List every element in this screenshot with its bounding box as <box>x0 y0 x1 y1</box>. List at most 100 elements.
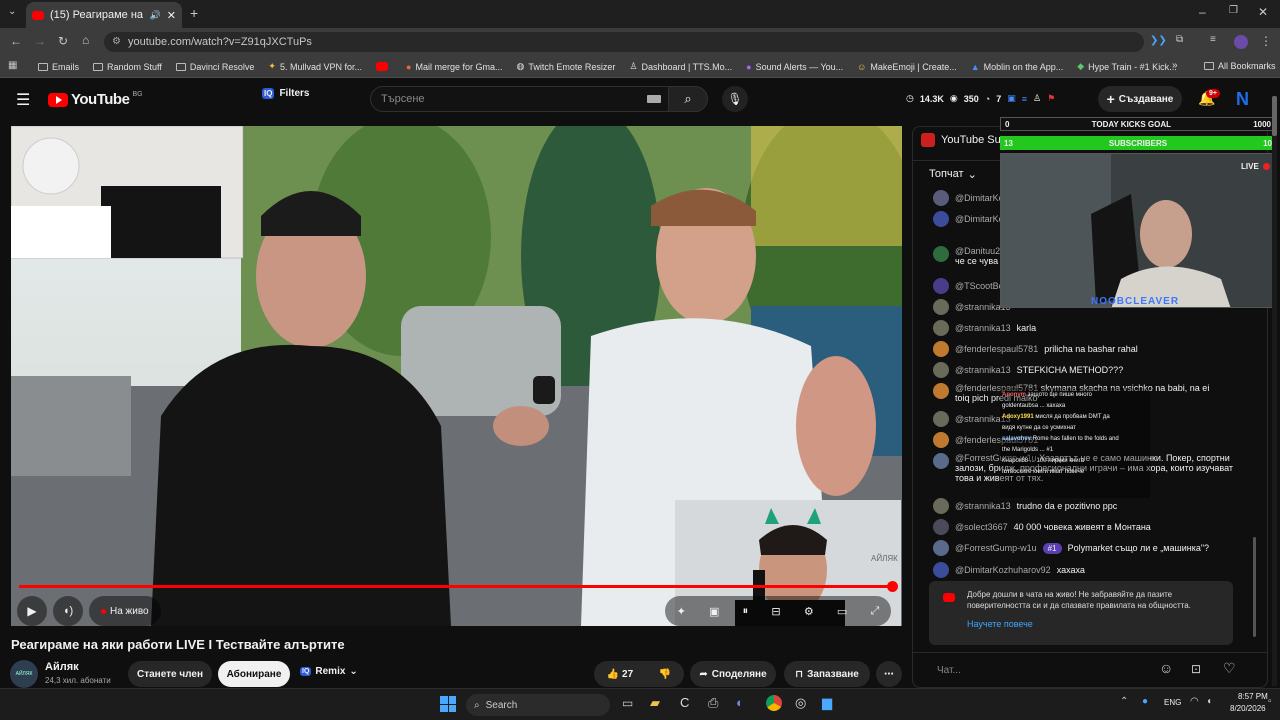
page-scrollbar[interactable] <box>1272 96 1277 686</box>
task-view-icon[interactable]: ▭ <box>622 696 633 710</box>
new-tab-icon[interactable]: + <box>190 5 198 21</box>
chrome-taskbar-icon[interactable] <box>766 695 782 711</box>
page-scrollbar-thumb[interactable] <box>1272 96 1277 136</box>
voice-search-button[interactable]: 🎙 <box>722 86 748 112</box>
speaker-icon[interactable]: 🔊 <box>150 10 161 21</box>
video-player[interactable]: AЙЛЯК ▶ ◖) На живо ✦ ▣ ⏸ ⊟ ⚙ ▭ ⤢ <box>11 126 902 626</box>
chat-author[interactable]: @strannika13 <box>955 501 1011 511</box>
window-close-icon[interactable]: ✕ <box>1258 5 1268 19</box>
channel-avatar[interactable]: АЙЛЯК <box>10 660 38 688</box>
like-button[interactable]: 👍 27 <box>607 669 633 680</box>
settings-gear-icon[interactable]: ⚙ <box>804 605 814 618</box>
keyboard-icon[interactable] <box>647 95 661 103</box>
hamburger-menu-icon[interactable]: ☰ <box>16 90 30 110</box>
create-button[interactable]: + Създаване <box>1098 86 1182 112</box>
pause-icon[interactable]: ⏸ <box>743 605 749 618</box>
youtube-logo[interactable]: YouTube BG <box>48 91 143 108</box>
taskbar-search[interactable]: ⌕ Search <box>466 694 610 716</box>
chat-author[interactable]: @DimitarKo <box>955 193 1004 203</box>
bookmark-item[interactable]: ☺ MakeEmoji | Create... <box>857 62 957 72</box>
bookmark-item[interactable]: ● Sound Alerts — You... <box>746 62 843 72</box>
scrubber-handle[interactable] <box>887 581 898 592</box>
photos-icon[interactable]: ▆ <box>822 695 832 711</box>
more-actions-button[interactable]: ⋯ <box>876 661 902 687</box>
filters-button[interactable]: IQ Filters <box>262 88 309 99</box>
close-tab-icon[interactable]: ✕ <box>167 9 176 22</box>
subscribe-button[interactable]: Абониране <box>218 661 290 687</box>
volume-button[interactable]: ◖) <box>53 596 83 626</box>
progress-track[interactable] <box>19 581 898 592</box>
reload-icon[interactable]: ↻ <box>58 34 68 48</box>
profile-avatar[interactable] <box>1234 35 1248 49</box>
chat-author[interactable]: @DimitarKo <box>955 214 1004 224</box>
bookmark-item[interactable]: ♙ Dashboard | TTS.Mo... <box>629 61 732 72</box>
minimize-icon[interactable]: – <box>1199 5 1206 19</box>
iq-icon[interactable]: ▣ <box>709 605 719 618</box>
share-button[interactable]: ➦ Споделяне <box>690 661 776 687</box>
chat-author[interactable]: @fenderlespaul5781 <box>955 344 1038 354</box>
app-c-icon[interactable]: C <box>680 695 689 710</box>
windows-start-icon[interactable] <box>440 696 456 712</box>
search-button[interactable]: ⌕ <box>668 86 708 112</box>
extension-icon[interactable]: ❯❯ <box>1150 35 1167 46</box>
bookmark-item[interactable] <box>376 62 392 71</box>
back-icon[interactable]: ← <box>10 34 22 48</box>
join-button[interactable]: Станете член <box>128 661 212 687</box>
bookmark-item[interactable]: Emails <box>38 62 79 72</box>
ext-iq-icon[interactable]: ▣ <box>1007 93 1016 104</box>
chrome-menu-icon[interactable]: ⋮ <box>1260 34 1272 48</box>
bookmark-item[interactable]: Random Stuff <box>93 62 162 72</box>
search-input[interactable]: Търсене <box>370 86 708 112</box>
bookmark-item[interactable]: ● Mail merge for Gma... <box>406 62 502 72</box>
extensions-puzzle-icon[interactable]: ⧉ <box>1176 34 1183 45</box>
subtitles-icon[interactable]: ⊟ <box>771 605 780 618</box>
restore-icon[interactable]: ❐ <box>1229 5 1238 16</box>
browser-tab[interactable]: (15) Реагираме на яки рабо 🔊 ✕ <box>26 2 182 28</box>
chat-author[interactable]: @solect3667 <box>955 522 1008 532</box>
language-indicator[interactable]: ENG <box>1164 698 1181 707</box>
bookmark-item[interactable]: ▲ Moblin on the App... <box>971 62 1063 72</box>
bookmark-item[interactable]: ✦ 5. Mullvad VPN for... <box>268 61 362 72</box>
tray-mic-icon[interactable]: ● <box>1142 696 1148 707</box>
bookmark-item[interactable]: Davinci Resolve <box>175 62 254 72</box>
ext-alert-icon[interactable]: ⚑ <box>1047 93 1055 104</box>
discord-icon[interactable]: ◐ <box>736 695 744 710</box>
chat-author[interactable]: @TScootBo <box>955 281 1004 291</box>
theater-mode-icon[interactable]: ▭ <box>837 605 847 618</box>
all-bookmarks[interactable]: All Bookmarks <box>1204 61 1276 71</box>
more-bookmarks-icon[interactable]: » <box>1172 60 1178 71</box>
chat-author[interactable]: @DimitarKozhuharov92 <box>955 565 1051 575</box>
apps-grid-icon[interactable]: ▦ <box>8 60 17 71</box>
clock-date[interactable]: 8/20/2026 <box>1230 704 1266 713</box>
heart-icon[interactable]: ♡ <box>1223 660 1236 677</box>
bookmark-item[interactable]: ◆ Hype Train - #1 Kick... <box>1077 61 1176 72</box>
fullscreen-icon[interactable]: ⤢ <box>871 605 880 618</box>
remix-button[interactable]: IQ Remix ⌄ <box>300 666 358 677</box>
ai-sparkle-icon[interactable]: ✦ <box>677 605 686 618</box>
play-button[interactable]: ▶ <box>17 596 47 626</box>
dislike-button[interactable]: 👎 <box>659 669 671 680</box>
chat-author[interactable]: @strannika13 <box>955 365 1011 375</box>
chat-filter-dropdown[interactable]: Топчат ⌄ <box>929 168 977 181</box>
tray-chevron-icon[interactable]: ⌃ <box>1120 696 1128 707</box>
channel-name[interactable]: Айляк <box>45 661 79 673</box>
file-explorer-icon[interactable]: ▰ <box>650 695 660 711</box>
home-icon[interactable]: ⌂ <box>82 33 89 47</box>
forward-icon[interactable]: → <box>34 34 46 48</box>
learn-more-link[interactable]: Научете повече <box>967 619 1033 629</box>
app-printer-icon[interactable]: ⎙ <box>708 695 718 711</box>
tab-list-icon[interactable]: ⌄ <box>8 6 16 17</box>
media-icon[interactable]: ≡ <box>1210 34 1216 45</box>
clock-time[interactable]: 8:57 PM <box>1238 692 1268 701</box>
notification-center-icon[interactable]: ▫ <box>1268 696 1272 707</box>
account-avatar[interactable]: N <box>1236 89 1249 110</box>
bookmark-item[interactable]: ◍ Twitch Emote Resizer <box>516 61 615 72</box>
chat-input[interactable]: Чат... <box>929 660 1157 680</box>
volume-tray-icon[interactable]: ◖ <box>1206 696 1212 707</box>
wifi-icon[interactable]: ◠ <box>1190 696 1199 707</box>
super-chat-icon[interactable]: ⊡ <box>1191 662 1201 676</box>
chat-author[interactable]: @strannika13 <box>955 323 1011 333</box>
ext-list-icon[interactable]: ≡ <box>1022 94 1027 104</box>
chat-scrollbar[interactable] <box>1253 537 1256 637</box>
emoji-icon[interactable]: ☺ <box>1159 660 1173 676</box>
